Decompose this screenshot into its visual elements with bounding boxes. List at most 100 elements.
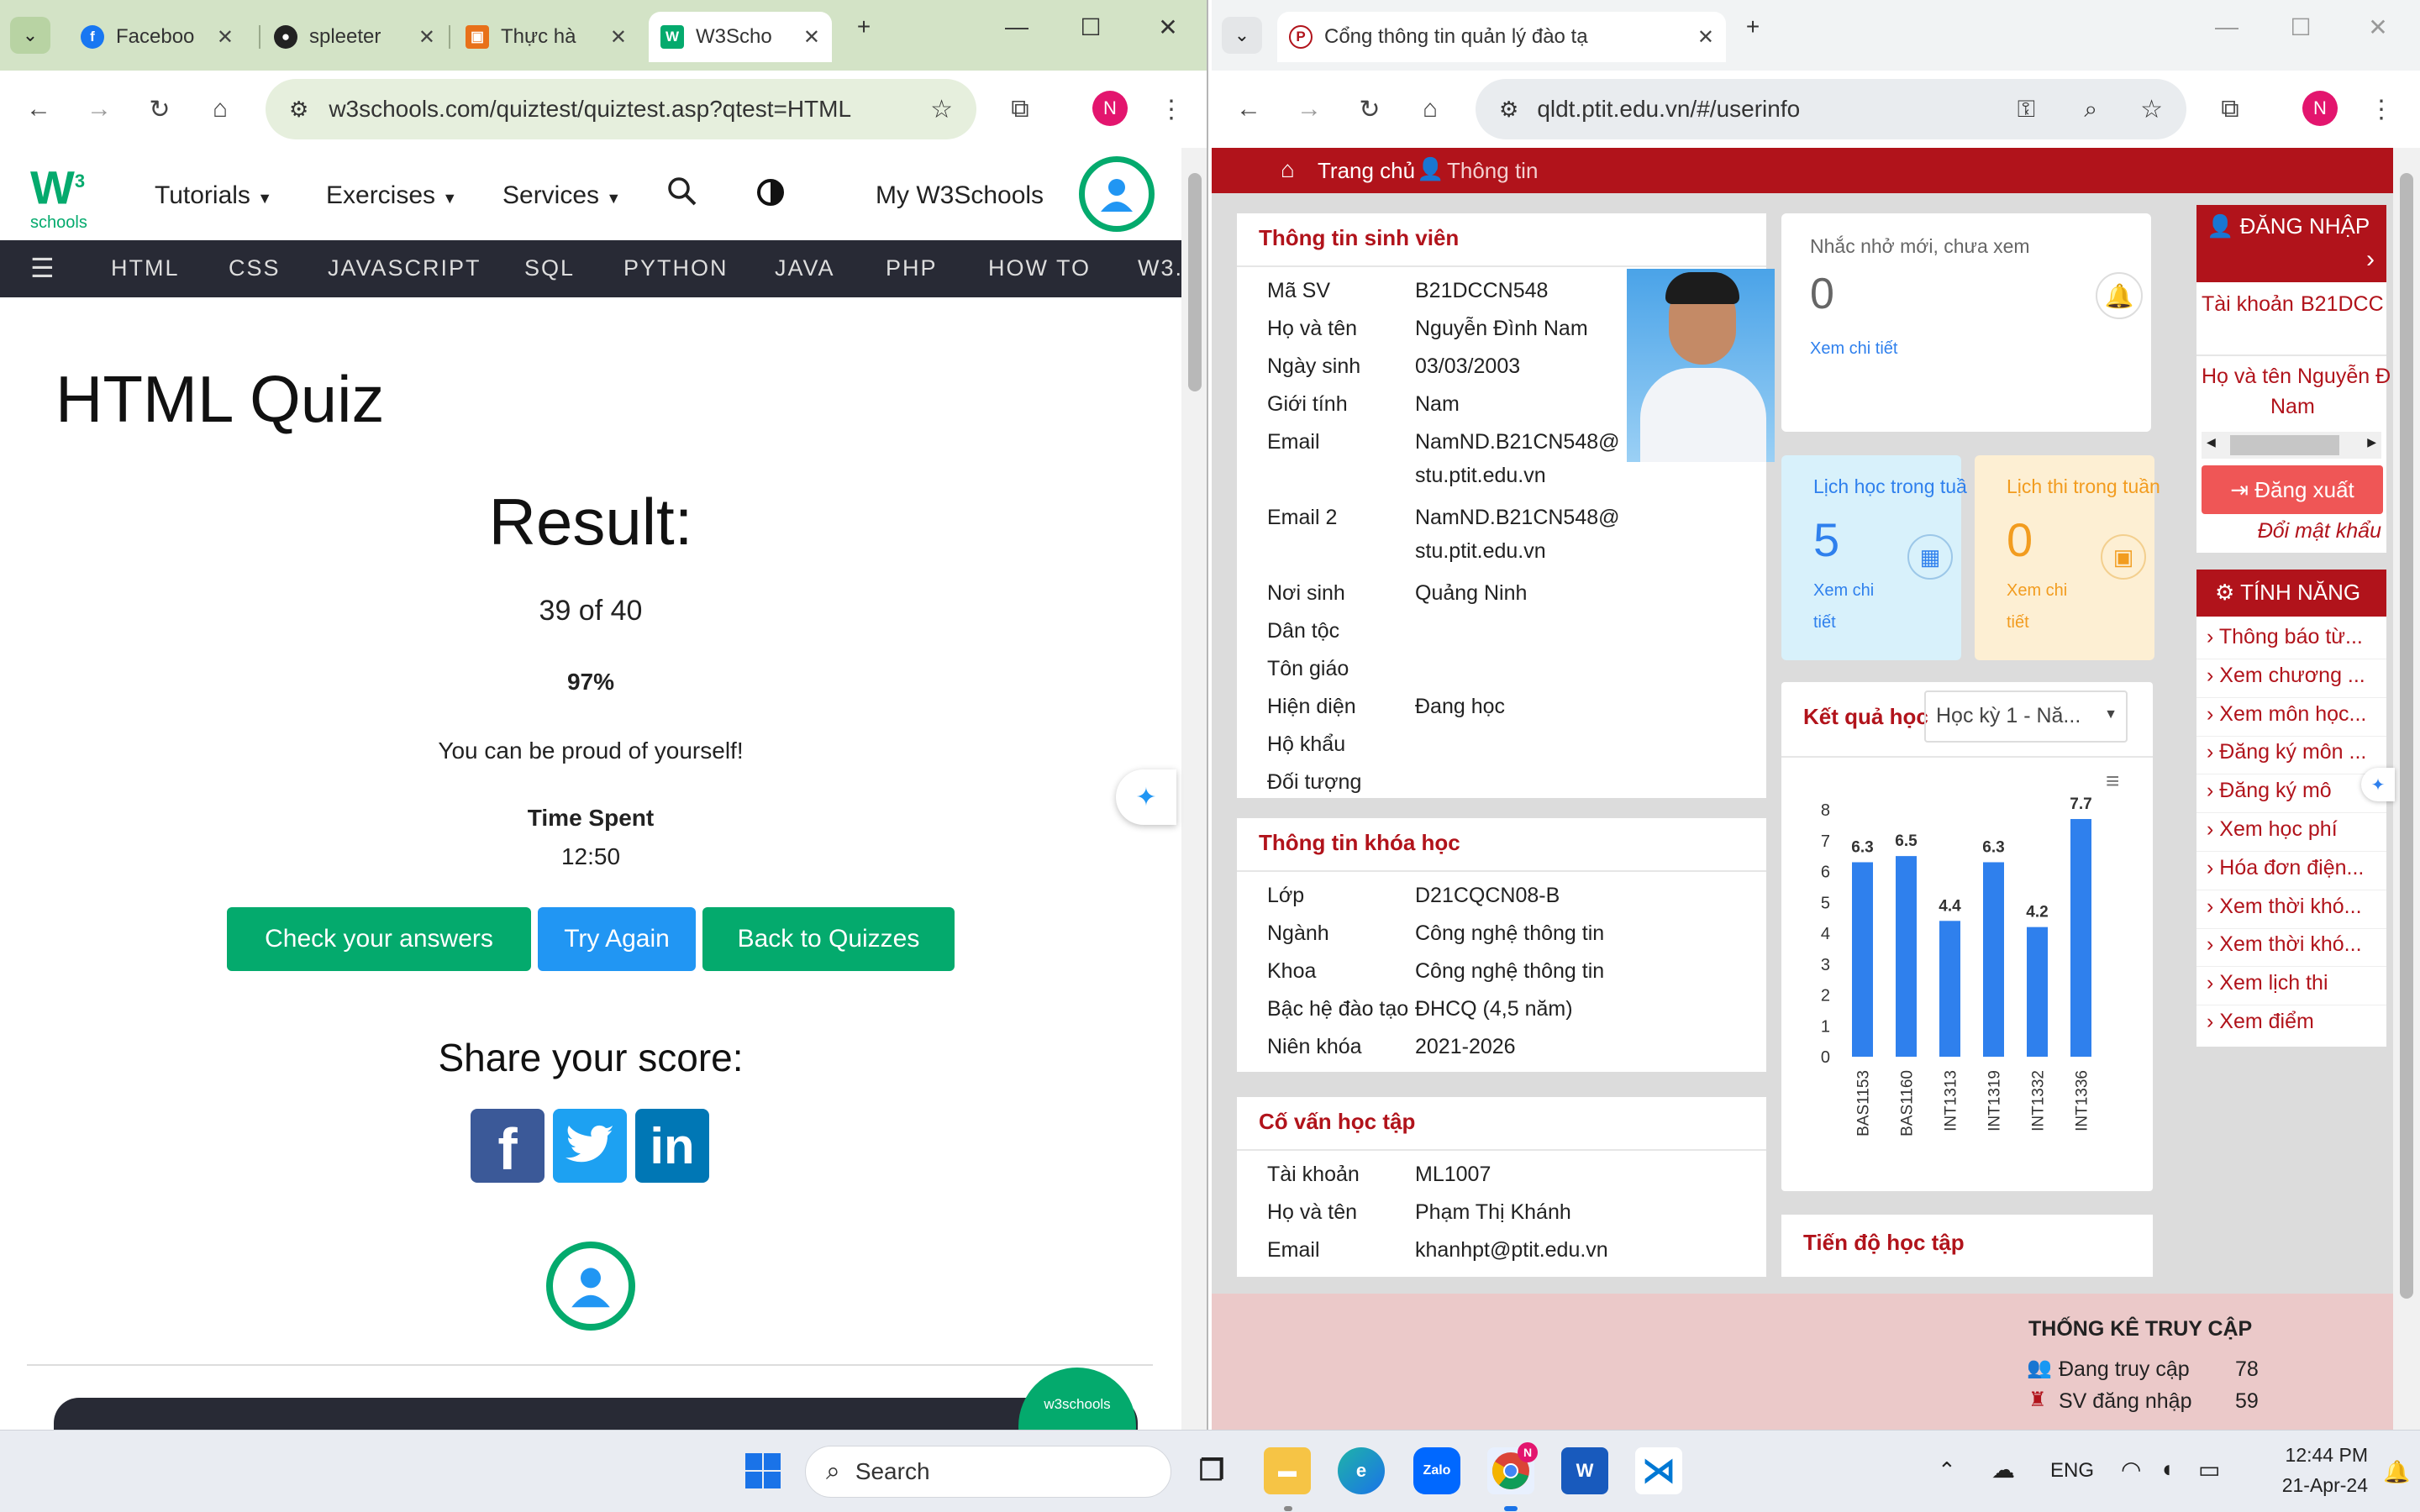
minimize-button[interactable]: — <box>992 13 1042 40</box>
edge-icon[interactable]: e <box>1338 1447 1385 1494</box>
close-icon[interactable]: ✕ <box>217 25 234 50</box>
maximize-button[interactable]: ☐ <box>1065 13 1116 41</box>
new-tab-button[interactable]: + <box>839 13 889 40</box>
nav-info[interactable]: Thông tin <box>1447 158 1538 184</box>
browser-menu-button[interactable]: ⋮ <box>2363 91 2400 128</box>
browser-menu-button[interactable]: ⋮ <box>1153 91 1190 128</box>
hamburger-icon[interactable]: ☰ <box>30 252 56 284</box>
cloud-icon[interactable]: ☁ <box>1991 1456 2015 1483</box>
feature-item[interactable]: › Xem điểm <box>2207 1010 2314 1034</box>
extensions-button[interactable]: ⧉ <box>1002 91 1039 128</box>
user-avatar-icon[interactable] <box>546 1242 635 1331</box>
feature-item[interactable]: › Xem thời khó... <box>2207 932 2362 957</box>
linkedin-share-icon[interactable]: in <box>635 1109 709 1183</box>
bookmark-star-icon[interactable]: ☆ <box>2140 95 2163 124</box>
close-icon[interactable]: ✕ <box>1697 25 1714 50</box>
floating-assistant-button[interactable]: ✦ <box>1116 769 1176 825</box>
address-bar[interactable]: ⚙ qldt.ptit.edu.vn/#/userinfo ⚿ ⌕ ☆ <box>1476 79 2186 139</box>
scroll-right-icon[interactable]: ▶ <box>2367 435 2376 449</box>
tab-facebook[interactable]: f Faceboo ✕ <box>69 12 245 62</box>
taskbar-search[interactable]: ⌕ Search <box>805 1446 1171 1498</box>
nav-python[interactable]: PYTHON <box>623 255 729 281</box>
windows-start-icon[interactable] <box>739 1447 786 1494</box>
w3schools-logo[interactable]: W3 schools <box>30 158 97 231</box>
address-bar[interactable]: ⚙ w3schools.com/quiztest/quiztest.asp?qt… <box>266 79 976 139</box>
tab-search-button[interactable]: ⌄ <box>10 17 50 54</box>
tab-github[interactable]: ● spleeter ✕ <box>262 12 447 62</box>
bar[interactable] <box>2027 927 2048 1057</box>
nav-howto[interactable]: HOW TO <box>988 255 1091 281</box>
maximize-button[interactable]: ☐ <box>2275 13 2326 41</box>
hscroll-thumb[interactable] <box>2230 435 2339 455</box>
close-window-button[interactable]: ✕ <box>1143 13 1193 41</box>
nav-css[interactable]: CSS <box>229 255 281 281</box>
bar[interactable] <box>1939 921 1960 1057</box>
new-tab-button[interactable]: + <box>1728 13 1778 40</box>
language-indicator[interactable]: ENG <box>2050 1459 2094 1483</box>
feature-item[interactable]: › Thông báo từ... <box>2207 625 2363 649</box>
forward-button[interactable]: → <box>81 91 118 128</box>
profile-avatar[interactable]: N <box>1092 91 1128 126</box>
theme-toggle[interactable] <box>756 178 785 213</box>
site-info-icon[interactable]: ⚙ <box>289 97 308 123</box>
panel-hscroll[interactable]: ◀ ▶ <box>2202 432 2381 459</box>
w3schools-badge[interactable]: w3schools <box>1018 1368 1136 1430</box>
nav-java[interactable]: JAVA <box>775 255 835 281</box>
close-window-button[interactable]: ✕ <box>2353 13 2403 41</box>
close-icon[interactable]: ✕ <box>610 25 627 50</box>
nav-home[interactable]: Trang chủ <box>1318 158 1415 184</box>
bar[interactable] <box>1983 862 2004 1057</box>
close-icon[interactable]: ✕ <box>803 25 820 50</box>
minimize-button[interactable]: — <box>2202 13 2252 40</box>
profile-avatar[interactable]: N <box>2302 91 2338 126</box>
search-button[interactable] <box>666 175 699 215</box>
home-button[interactable]: ⌂ <box>202 91 239 128</box>
clock-date[interactable]: 21-Apr-24 <box>2254 1474 2368 1497</box>
wifi-icon[interactable]: ◠ <box>2121 1456 2141 1483</box>
back-button[interactable]: ← <box>1230 91 1267 128</box>
tab-slides[interactable]: ▣ Thực hà ✕ <box>454 12 639 62</box>
check-answers-button[interactable]: Check your answers <box>227 907 531 971</box>
logout-button[interactable]: ⇥ Đăng xuất <box>2202 465 2383 514</box>
speaker-icon[interactable]: ◖ <box>2160 1456 2174 1483</box>
url-text[interactable]: qldt.ptit.edu.vn/#/userinfo <box>1537 96 1800 123</box>
chevron-up-icon[interactable]: ⌃ <box>1938 1457 1956 1483</box>
menu-services[interactable]: Services ▼ <box>502 181 621 210</box>
back-button[interactable]: ← <box>20 91 57 128</box>
zoom-icon[interactable]: ⌕ <box>2084 96 2097 123</box>
page-scrollbar[interactable] <box>2393 148 2420 1430</box>
feature-item[interactable]: › Xem môn học... <box>2207 702 2366 727</box>
site-info-icon[interactable]: ⚙ <box>1499 97 1518 123</box>
feature-item[interactable]: › Xem học phí <box>2207 817 2338 842</box>
extensions-button[interactable]: ⧉ <box>2212 91 2249 128</box>
nav-w3css[interactable]: W3. <box>1138 255 1183 281</box>
my-w3schools-link[interactable]: My W3Schools <box>876 181 1044 210</box>
user-avatar-button[interactable] <box>1079 156 1155 232</box>
week-schedule-link[interactable]: Xem chi <box>1813 581 1874 601</box>
floating-assistant-button[interactable]: ✦ <box>2361 768 2395 801</box>
change-password-link[interactable]: Đổi mật khẩu <box>2258 519 2381 543</box>
scrollbar-thumb[interactable] <box>1188 173 1202 391</box>
battery-icon[interactable]: ▭ <box>2198 1456 2220 1483</box>
forward-button[interactable]: → <box>1291 91 1328 128</box>
bar[interactable] <box>1896 856 1917 1057</box>
back-to-quizzes-button[interactable]: Back to Quizzes <box>702 907 955 971</box>
nav-php[interactable]: PHP <box>886 255 938 281</box>
login-header[interactable]: 👤 ĐĂNG NHẬP › <box>2196 205 2386 282</box>
try-again-button[interactable]: Try Again <box>538 907 696 971</box>
home-button[interactable]: ⌂ <box>1412 91 1449 128</box>
reload-button[interactable]: ↻ <box>141 91 178 128</box>
feature-item[interactable]: › Xem chương ... <box>2207 664 2365 688</box>
vscode-icon[interactable]: ⋊ <box>1635 1447 1682 1494</box>
chrome-icon[interactable]: N <box>1487 1442 1538 1494</box>
scroll-left-icon[interactable]: ◀ <box>2207 435 2216 449</box>
semester-select[interactable]: Học kỳ 1 - Nă... ▼ <box>1924 690 2128 743</box>
clock-time[interactable]: 12:44 PM <box>2264 1444 2368 1467</box>
tab-ptit[interactable]: P Cổng thông tin quản lý đào tạ ✕ <box>1277 12 1726 62</box>
nav-javascript[interactable]: JAVASCRIPT <box>328 255 481 281</box>
reminder-detail-link[interactable]: Xem chi tiết <box>1810 339 1897 359</box>
page-scrollbar[interactable] <box>1181 148 1207 1430</box>
key-icon[interactable]: ⚿ <box>2018 96 2035 123</box>
feature-item[interactable]: › Xem lịch thi <box>2207 971 2328 995</box>
task-view-icon[interactable]: ❐ <box>1188 1447 1235 1494</box>
